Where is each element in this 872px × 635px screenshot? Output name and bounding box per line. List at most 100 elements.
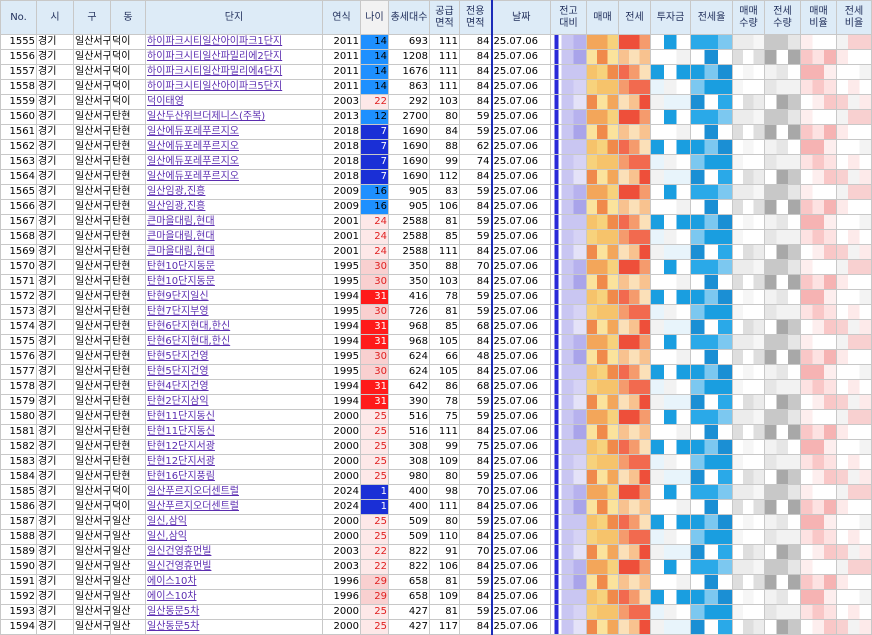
cell-name[interactable]: 일산에듀포레푸르지오 <box>145 169 323 185</box>
table-row[interactable]: 1589 경기 일산서구 일산 일신건영휴먼빌 2003 22 822 91 70 25.07.06 <box>0 544 872 560</box>
table-row[interactable]: 1558 경기 일산서구 덕이 하이파크시티일산아이파크5단지 2011 14 863 111 8… <box>0 79 872 95</box>
complex-link[interactable]: 탄현2단지삼익 <box>147 396 209 407</box>
table-row[interactable]: 1577 경기 일산서구 탄현 탄현5단지건영 1995 30 624 105 84 25.07.0… <box>0 364 872 380</box>
table-row[interactable]: 1588 경기 일산서구 일산 일신,삼익 2000 25 509 110 84 25.07.06 <box>0 529 872 545</box>
cell-name[interactable]: 일산동문5차 <box>145 619 323 635</box>
table-row[interactable]: 1587 경기 일산서구 일산 일신,삼익 2000 25 509 80 59 25.07.06 <box>0 514 872 530</box>
cell-name[interactable]: 탄현10단지동문 <box>145 259 323 275</box>
cell-name[interactable]: 탄현2단지삼익 <box>145 394 323 410</box>
cell-name[interactable]: 하이파크시티일산파밀리에4단지 <box>145 64 323 80</box>
table-row[interactable]: 1557 경기 일산서구 덕이 하이파크시티일산파밀리에4단지 2011 14 1676 111… <box>0 64 872 80</box>
table-row[interactable]: 1555 경기 일산서구 덕이 하이파크시티일산아이파크1단지 2011 14 693 111 8… <box>0 34 872 50</box>
cell-name[interactable]: 에이스10차 <box>145 589 323 605</box>
complex-link[interactable]: 큰마을대림,현대 <box>147 231 215 242</box>
complex-link[interactable]: 탄현5단지건영 <box>147 366 209 377</box>
cell-name[interactable]: 탄현12단지서광 <box>145 454 323 470</box>
cell-name[interactable]: 탄현11단지동신 <box>145 409 323 425</box>
complex-link[interactable]: 일산에듀포레푸르지오 <box>147 141 239 152</box>
cell-name[interactable]: 일산임광,진흥 <box>145 199 323 215</box>
complex-link[interactable]: 하이파크시티일산파밀리에2단지 <box>147 51 282 62</box>
table-row[interactable]: 1560 경기 일산서구 탄현 일산두산위브더제니스(주복) 2013 12 2700 80 59… <box>0 109 872 125</box>
table-row[interactable]: 1564 경기 일산서구 탄현 일산에듀포레푸르지오 2018 7 1690 112 84 25.0… <box>0 169 872 185</box>
header-exclusive[interactable]: 전용 면적 <box>459 0 492 35</box>
cell-name[interactable]: 탄현11단지동신 <box>145 424 323 440</box>
cell-name[interactable]: 탄현6단지현대,한신 <box>145 334 323 350</box>
header-jeonse[interactable]: 전세 <box>618 0 651 35</box>
cell-name[interactable]: 큰마을대림,현대 <box>145 214 323 230</box>
complex-link[interactable]: 탄현11단지동신 <box>147 411 215 422</box>
table-row[interactable]: 1592 경기 일산서구 일산 에이스10차 1996 29 658 109 84 25.07.06 <box>0 589 872 605</box>
table-row[interactable]: 1568 경기 일산서구 탄현 큰마을대림,현대 2001 24 2588 85 59 25.07.… <box>0 229 872 245</box>
cell-name[interactable]: 큰마을대림,현대 <box>145 229 323 245</box>
complex-link[interactable]: 탄현16단지풍림 <box>147 471 215 482</box>
cell-name[interactable]: 탄현4단지건영 <box>145 379 323 395</box>
table-row[interactable]: 1574 경기 일산서구 탄현 탄현6단지현대,한신 1994 31 968 85 68 25.07… <box>0 319 872 335</box>
table-row[interactable]: 1565 경기 일산서구 탄현 일산임광,진흥 2009 16 905 83 59 25.07.06 <box>0 184 872 200</box>
header-sale-ratio[interactable]: 매매 비율 <box>800 0 837 35</box>
cell-name[interactable]: 일신,삼익 <box>145 514 323 530</box>
complex-link[interactable]: 탄현11단지동신 <box>147 426 215 437</box>
table-row[interactable]: 1572 경기 일산서구 탄현 탄현9단지일신 1994 31 416 78 59 25.07.06 <box>0 289 872 305</box>
cell-name[interactable]: 하이파크시티일산아이파크5단지 <box>145 79 323 95</box>
table-row[interactable]: 1561 경기 일산서구 탄현 일산에듀포레푸르지오 2018 7 1690 84 59 25.07… <box>0 124 872 140</box>
cell-name[interactable]: 탄현6단지현대,한신 <box>145 319 323 335</box>
table-row[interactable]: 1584 경기 일산서구 탄현 탄현16단지풍림 2000 25 980 80 59 25.07.0… <box>0 469 872 485</box>
complex-link[interactable]: 일산동문5차 <box>147 606 199 617</box>
complex-link[interactable]: 일산푸르지오더센트럴 <box>147 501 239 512</box>
table-row[interactable]: 1582 경기 일산서구 탄현 탄현12단지서광 2000 25 308 99 75 25.07.0… <box>0 439 872 455</box>
cell-name[interactable]: 탄현10단지동문 <box>145 274 323 290</box>
table-row[interactable]: 1567 경기 일산서구 탄현 큰마을대림,현대 2001 24 2588 81 59 25.07.… <box>0 214 872 230</box>
cell-name[interactable]: 탄현7단지부영 <box>145 304 323 320</box>
complex-link[interactable]: 하이파크시티일산아이파크5단지 <box>147 81 282 92</box>
header-dong[interactable]: 동 <box>110 0 146 35</box>
table-row[interactable]: 1566 경기 일산서구 탄현 일산임광,진흥 2009 16 905 106 84 25.07.0… <box>0 199 872 215</box>
table-row[interactable]: 1576 경기 일산서구 탄현 탄현5단지건영 1995 30 624 66 48 25.07.06 <box>0 349 872 365</box>
cell-name[interactable]: 일산에듀포레푸르지오 <box>145 154 323 170</box>
cell-name[interactable]: 에이스10차 <box>145 574 323 590</box>
header-name[interactable]: 단지 <box>145 0 323 35</box>
cell-name[interactable]: 탄현9단지일신 <box>145 289 323 305</box>
complex-link[interactable]: 일신건영휴먼빌 <box>147 561 211 572</box>
complex-link[interactable]: 큰마을대림,현대 <box>147 246 215 257</box>
table-row[interactable]: 1578 경기 일산서구 탄현 탄현4단지건영 1994 31 642 86 68 25.07.06 <box>0 379 872 395</box>
cell-name[interactable]: 탄현5단지건영 <box>145 349 323 365</box>
complex-link[interactable]: 탄현9단지일신 <box>147 291 209 302</box>
cell-name[interactable]: 일산에듀포레푸르지오 <box>145 124 323 140</box>
complex-link[interactable]: 탄현5단지건영 <box>147 351 209 362</box>
header-sale-qty[interactable]: 매매 수량 <box>732 0 765 35</box>
complex-link[interactable]: 일신,삼익 <box>147 516 187 527</box>
table-row[interactable]: 1569 경기 일산서구 탄현 큰마을대림,현대 2001 24 2588 111 84 25.07… <box>0 244 872 260</box>
cell-name[interactable]: 일신건영휴먼빌 <box>145 559 323 575</box>
complex-link[interactable]: 에이스10차 <box>147 591 197 602</box>
table-row[interactable]: 1580 경기 일산서구 탄현 탄현11단지동신 2000 25 516 75 59 25.07.0… <box>0 409 872 425</box>
cell-name[interactable]: 탄현5단지건영 <box>145 364 323 380</box>
complex-link[interactable]: 일산푸르지오더센트럴 <box>147 486 239 497</box>
complex-link[interactable]: 탄현7단지부영 <box>147 306 209 317</box>
table-row[interactable]: 1563 경기 일산서구 탄현 일산에듀포레푸르지오 2018 7 1690 99 74 25.07… <box>0 154 872 170</box>
cell-name[interactable]: 하이파크시티일산파밀리에2단지 <box>145 49 323 65</box>
header-no[interactable]: No. <box>0 0 37 35</box>
table-row[interactable]: 1575 경기 일산서구 탄현 탄현6단지현대,한신 1994 31 968 105 84 25.0… <box>0 334 872 350</box>
header-age[interactable]: 나이 <box>360 0 389 35</box>
table-row[interactable]: 1594 경기 일산서구 일산 일산동문5차 2000 25 427 117 84 25.07.06 <box>0 619 872 635</box>
table-row[interactable]: 1556 경기 일산서구 덕이 하이파크시티일산파밀리에2단지 2011 14 1208 111… <box>0 49 872 65</box>
header-gu[interactable]: 구 <box>73 0 111 35</box>
table-row[interactable]: 1559 경기 일산서구 덕이 덕이태영 2003 22 292 103 84 25.07.06 <box>0 94 872 110</box>
cell-name[interactable]: 탄현12단지서광 <box>145 439 323 455</box>
complex-link[interactable]: 탄현6단지현대,한신 <box>147 336 230 347</box>
table-row[interactable]: 1562 경기 일산서구 탄현 일산에듀포레푸르지오 2018 7 1690 88 62 25.07… <box>0 139 872 155</box>
table-row[interactable]: 1570 경기 일산서구 탄현 탄현10단지동문 1995 30 350 88 70 25.07.0… <box>0 259 872 275</box>
cell-name[interactable]: 큰마을대림,현대 <box>145 244 323 260</box>
table-row[interactable]: 1573 경기 일산서구 탄현 탄현7단지부영 1995 30 726 81 59 25.07.06 <box>0 304 872 320</box>
header-date[interactable]: 날짜 <box>490 0 551 35</box>
cell-name[interactable]: 일신,삼익 <box>145 529 323 545</box>
cell-name[interactable]: 일산푸르지오더센트럴 <box>145 484 323 500</box>
cell-name[interactable]: 일산임광,진흥 <box>145 184 323 200</box>
complex-link[interactable]: 일산에듀포레푸르지오 <box>147 126 239 137</box>
cell-name[interactable]: 하이파크시티일산아이파크1단지 <box>145 34 323 50</box>
table-row[interactable]: 1585 경기 일산서구 덕이 일산푸르지오더센트럴 2024 1 400 98 70 25.07.… <box>0 484 872 500</box>
table-row[interactable]: 1583 경기 일산서구 탄현 탄현12단지서광 2000 25 308 109 84 25.07.… <box>0 454 872 470</box>
complex-link[interactable]: 일산임광,진흥 <box>147 186 205 197</box>
complex-link[interactable]: 하이파크시티일산아이파크1단지 <box>147 36 282 47</box>
header-jeonse-rate[interactable]: 전세율 <box>690 0 733 35</box>
